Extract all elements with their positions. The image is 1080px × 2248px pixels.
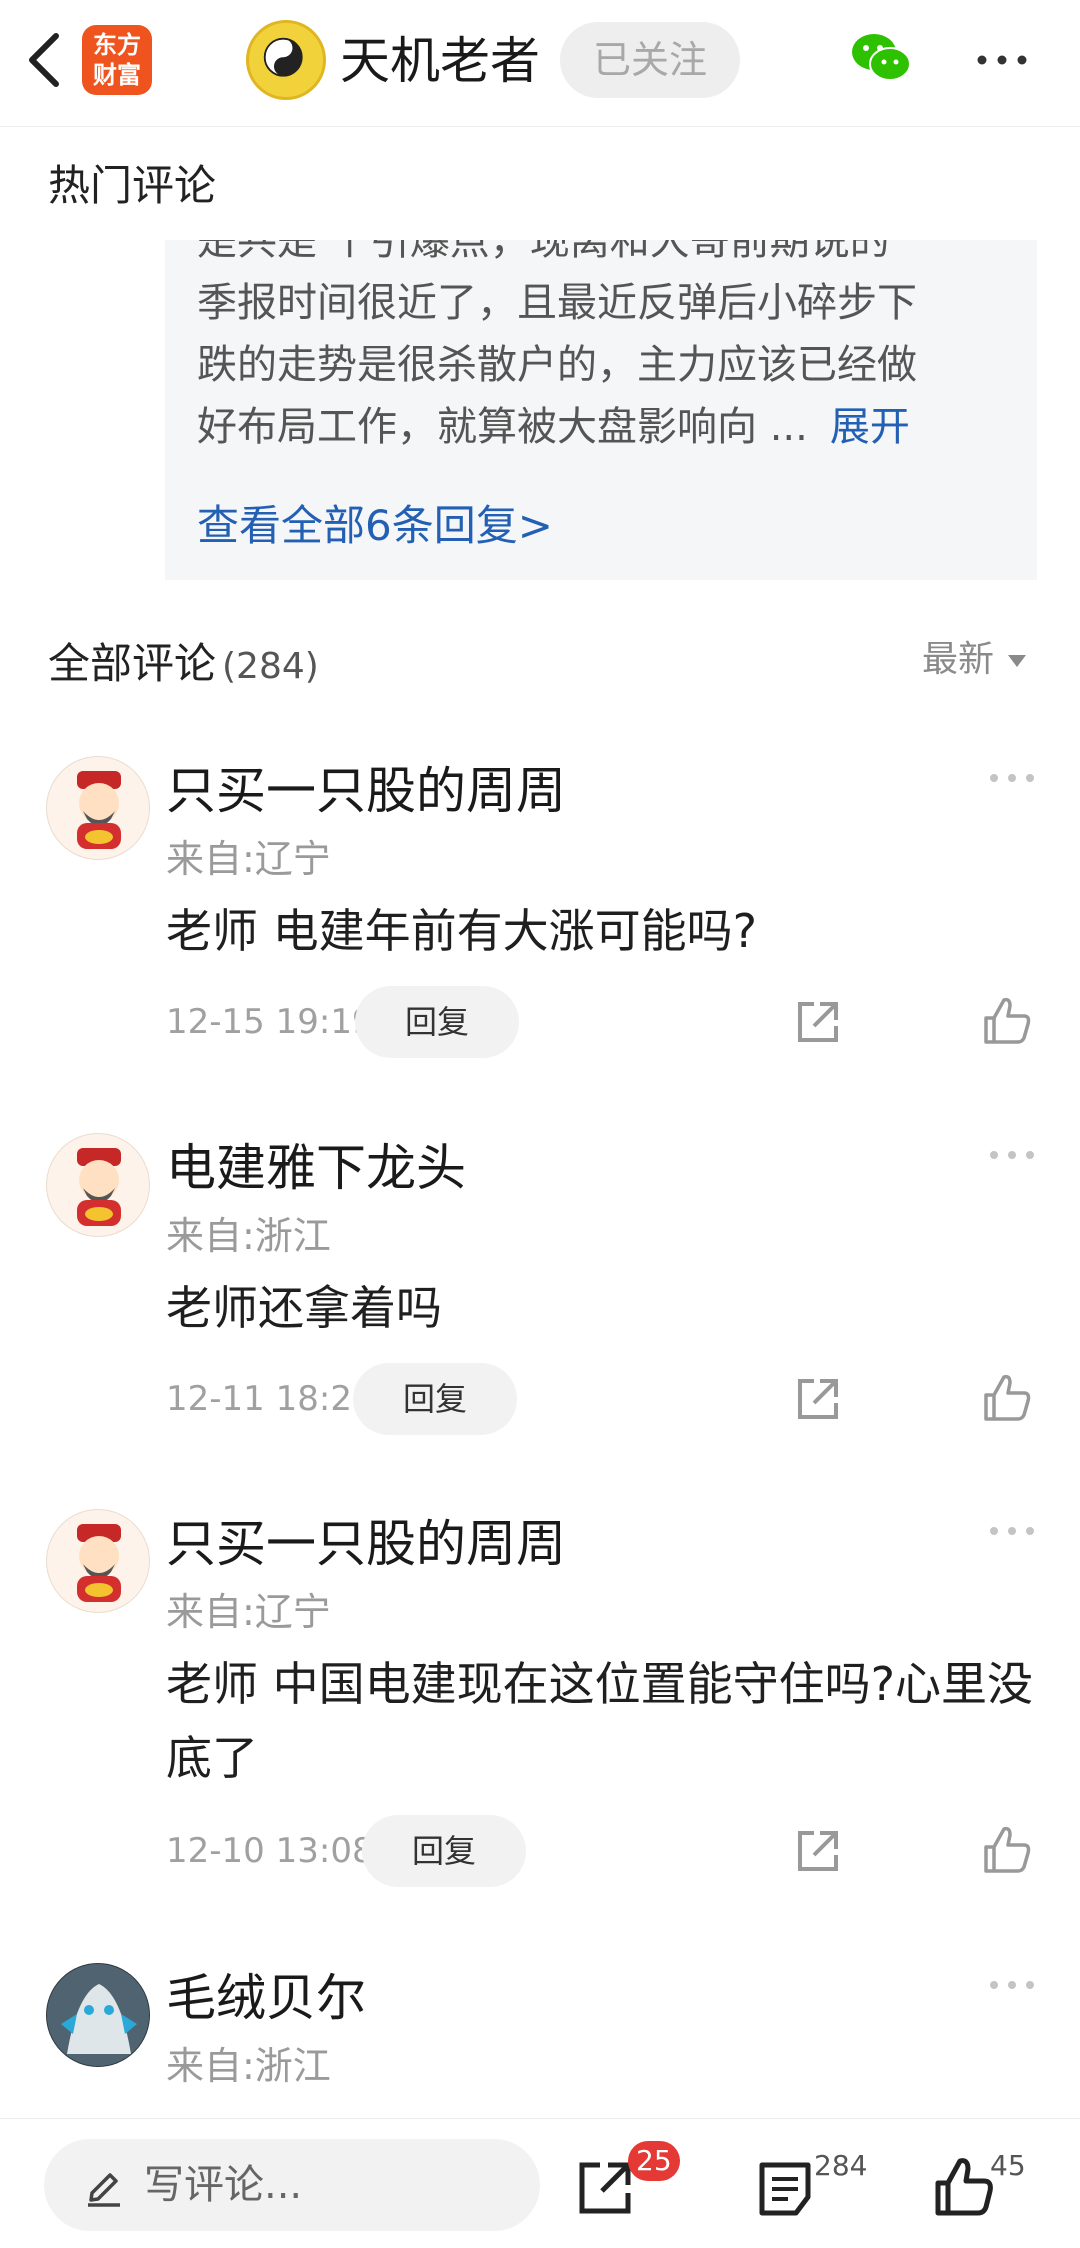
follow-button[interactable]: 已关注 [560, 22, 740, 98]
comment-text[interactable]: 老师 中国电建现在这位置能守住吗?心里没底了 [166, 1647, 1036, 1795]
write-comment-placeholder: 写评论... [144, 2162, 303, 2208]
comment-time: 12-11 18:28 [166, 1379, 374, 1419]
thumbs-up-icon[interactable] [980, 1823, 1034, 1877]
share-icon[interactable] [792, 1373, 844, 1425]
comments-icon[interactable] [754, 2157, 818, 2221]
commenter-name[interactable]: 只买一只股的周周 [166, 1513, 566, 1575]
thumbs-up-icon[interactable] [980, 994, 1034, 1048]
caret-down-icon [1008, 655, 1027, 667]
hot-reply-box[interactable]: 是共是 个引爆点，现离和大哥前期说的 季报时间很近了，且最近反弹后小碎步下 跌的… [165, 240, 1037, 580]
write-comment-input[interactable]: 写评论... [44, 2139, 540, 2231]
user-avatar[interactable] [46, 1963, 150, 2067]
all-comments-label: 全部评论 [48, 639, 217, 688]
comment-count: (284) [222, 646, 319, 687]
commenter-location: 来自:辽宁 [166, 1590, 331, 1634]
reply-button[interactable]: 回复 [355, 986, 519, 1058]
comment-meta-row: 12-15 19:19 回复 [0, 986, 1080, 1058]
share-icon[interactable] [792, 996, 844, 1048]
comment-time: 12-10 13:08 [166, 1831, 374, 1871]
all-comments-title: 全部评论 (284) [48, 636, 319, 695]
comment-time: 12-15 19:19 [166, 1002, 374, 1042]
view-all-replies-link[interactable]: 查看全部6条回复> [197, 498, 553, 554]
share-count-badge: 25 [628, 2141, 680, 2181]
commenter-location: 来自:辽宁 [166, 837, 331, 881]
author-name[interactable]: 天机老者 [340, 30, 540, 92]
like-count: 45 [990, 2149, 1026, 2182]
fortune-god-avatar-icon [77, 771, 121, 849]
user-avatar[interactable] [46, 1133, 150, 1237]
comment-more-icon[interactable] [988, 1145, 1036, 1165]
reply-line: 跌的走势是很杀散户的，主力应该已经做 [197, 342, 917, 388]
reply-button[interactable]: 回复 [353, 1363, 517, 1435]
bottom-action-bar: 写评论... 25 284 45 [0, 2118, 1080, 2248]
commenter-name[interactable]: 电建雅下龙头 [166, 1137, 466, 1199]
comment-more-icon[interactable] [988, 768, 1036, 788]
wechat-share-icon[interactable] [848, 28, 914, 88]
sort-label: 最新 [922, 639, 995, 680]
expand-link[interactable]: 展开 [830, 404, 910, 450]
reply-last-line: 好布局工作，就算被大盘影响向 ... [197, 404, 808, 450]
comment-meta-row: 12-10 13:08 回复 [0, 1815, 1080, 1887]
top-nav-bar: 东方财富 天机老者 已关注 [0, 0, 1080, 127]
commenter-location: 来自:浙江 [166, 2044, 331, 2088]
share-icon[interactable] [572, 2155, 636, 2219]
share-icon[interactable] [792, 1825, 844, 1877]
sort-dropdown[interactable]: 最新 [922, 632, 1027, 688]
fortune-god-avatar-icon [77, 1148, 121, 1226]
comment-more-icon[interactable] [988, 1521, 1036, 1541]
monster-avatar-icon [47, 1964, 149, 2066]
comment-text[interactable]: 老师还拿着吗 [166, 1271, 1036, 1345]
hot-reply-text: 是共是 个引爆点，现离和大哥前期说的 季报时间很近了，且最近反弹后小碎步下 跌的… [197, 240, 1027, 458]
reply-line: 好布局工作，就算被大盘影响向 ... 展开 [197, 396, 1027, 458]
more-options-icon[interactable] [972, 38, 1032, 82]
commenter-location: 来自:浙江 [166, 1214, 331, 1258]
thumbs-up-icon[interactable] [932, 2155, 996, 2219]
app-logo[interactable]: 东方财富 [82, 25, 152, 95]
hot-comments-title: 热门评论 [48, 161, 217, 210]
commenter-name[interactable]: 毛绒贝尔 [166, 1967, 366, 2029]
reply-line: 季报时间很近了，且最近反弹后小碎步下 [197, 280, 917, 326]
yin-yang-icon [263, 37, 303, 77]
comment-text[interactable]: 老师 电建年前有大涨可能吗? [166, 894, 1036, 968]
comment-total-count: 284 [814, 2149, 868, 2182]
commenter-name[interactable]: 只买一只股的周周 [166, 760, 566, 822]
user-avatar[interactable] [46, 756, 150, 860]
pencil-icon [88, 2173, 120, 2207]
author-avatar[interactable] [246, 20, 326, 100]
back-arrow-icon[interactable] [20, 28, 70, 92]
thumbs-up-icon[interactable] [980, 1371, 1034, 1425]
reply-button[interactable]: 回复 [362, 1815, 526, 1887]
reply-line: 是共是 个引爆点，现离和大哥前期说的 [197, 240, 890, 264]
comment-meta-row: 12-11 18:28 回复 [0, 1363, 1080, 1435]
comment-more-icon[interactable] [988, 1975, 1036, 1995]
user-avatar[interactable] [46, 1509, 150, 1613]
fortune-god-avatar-icon [77, 1524, 121, 1602]
